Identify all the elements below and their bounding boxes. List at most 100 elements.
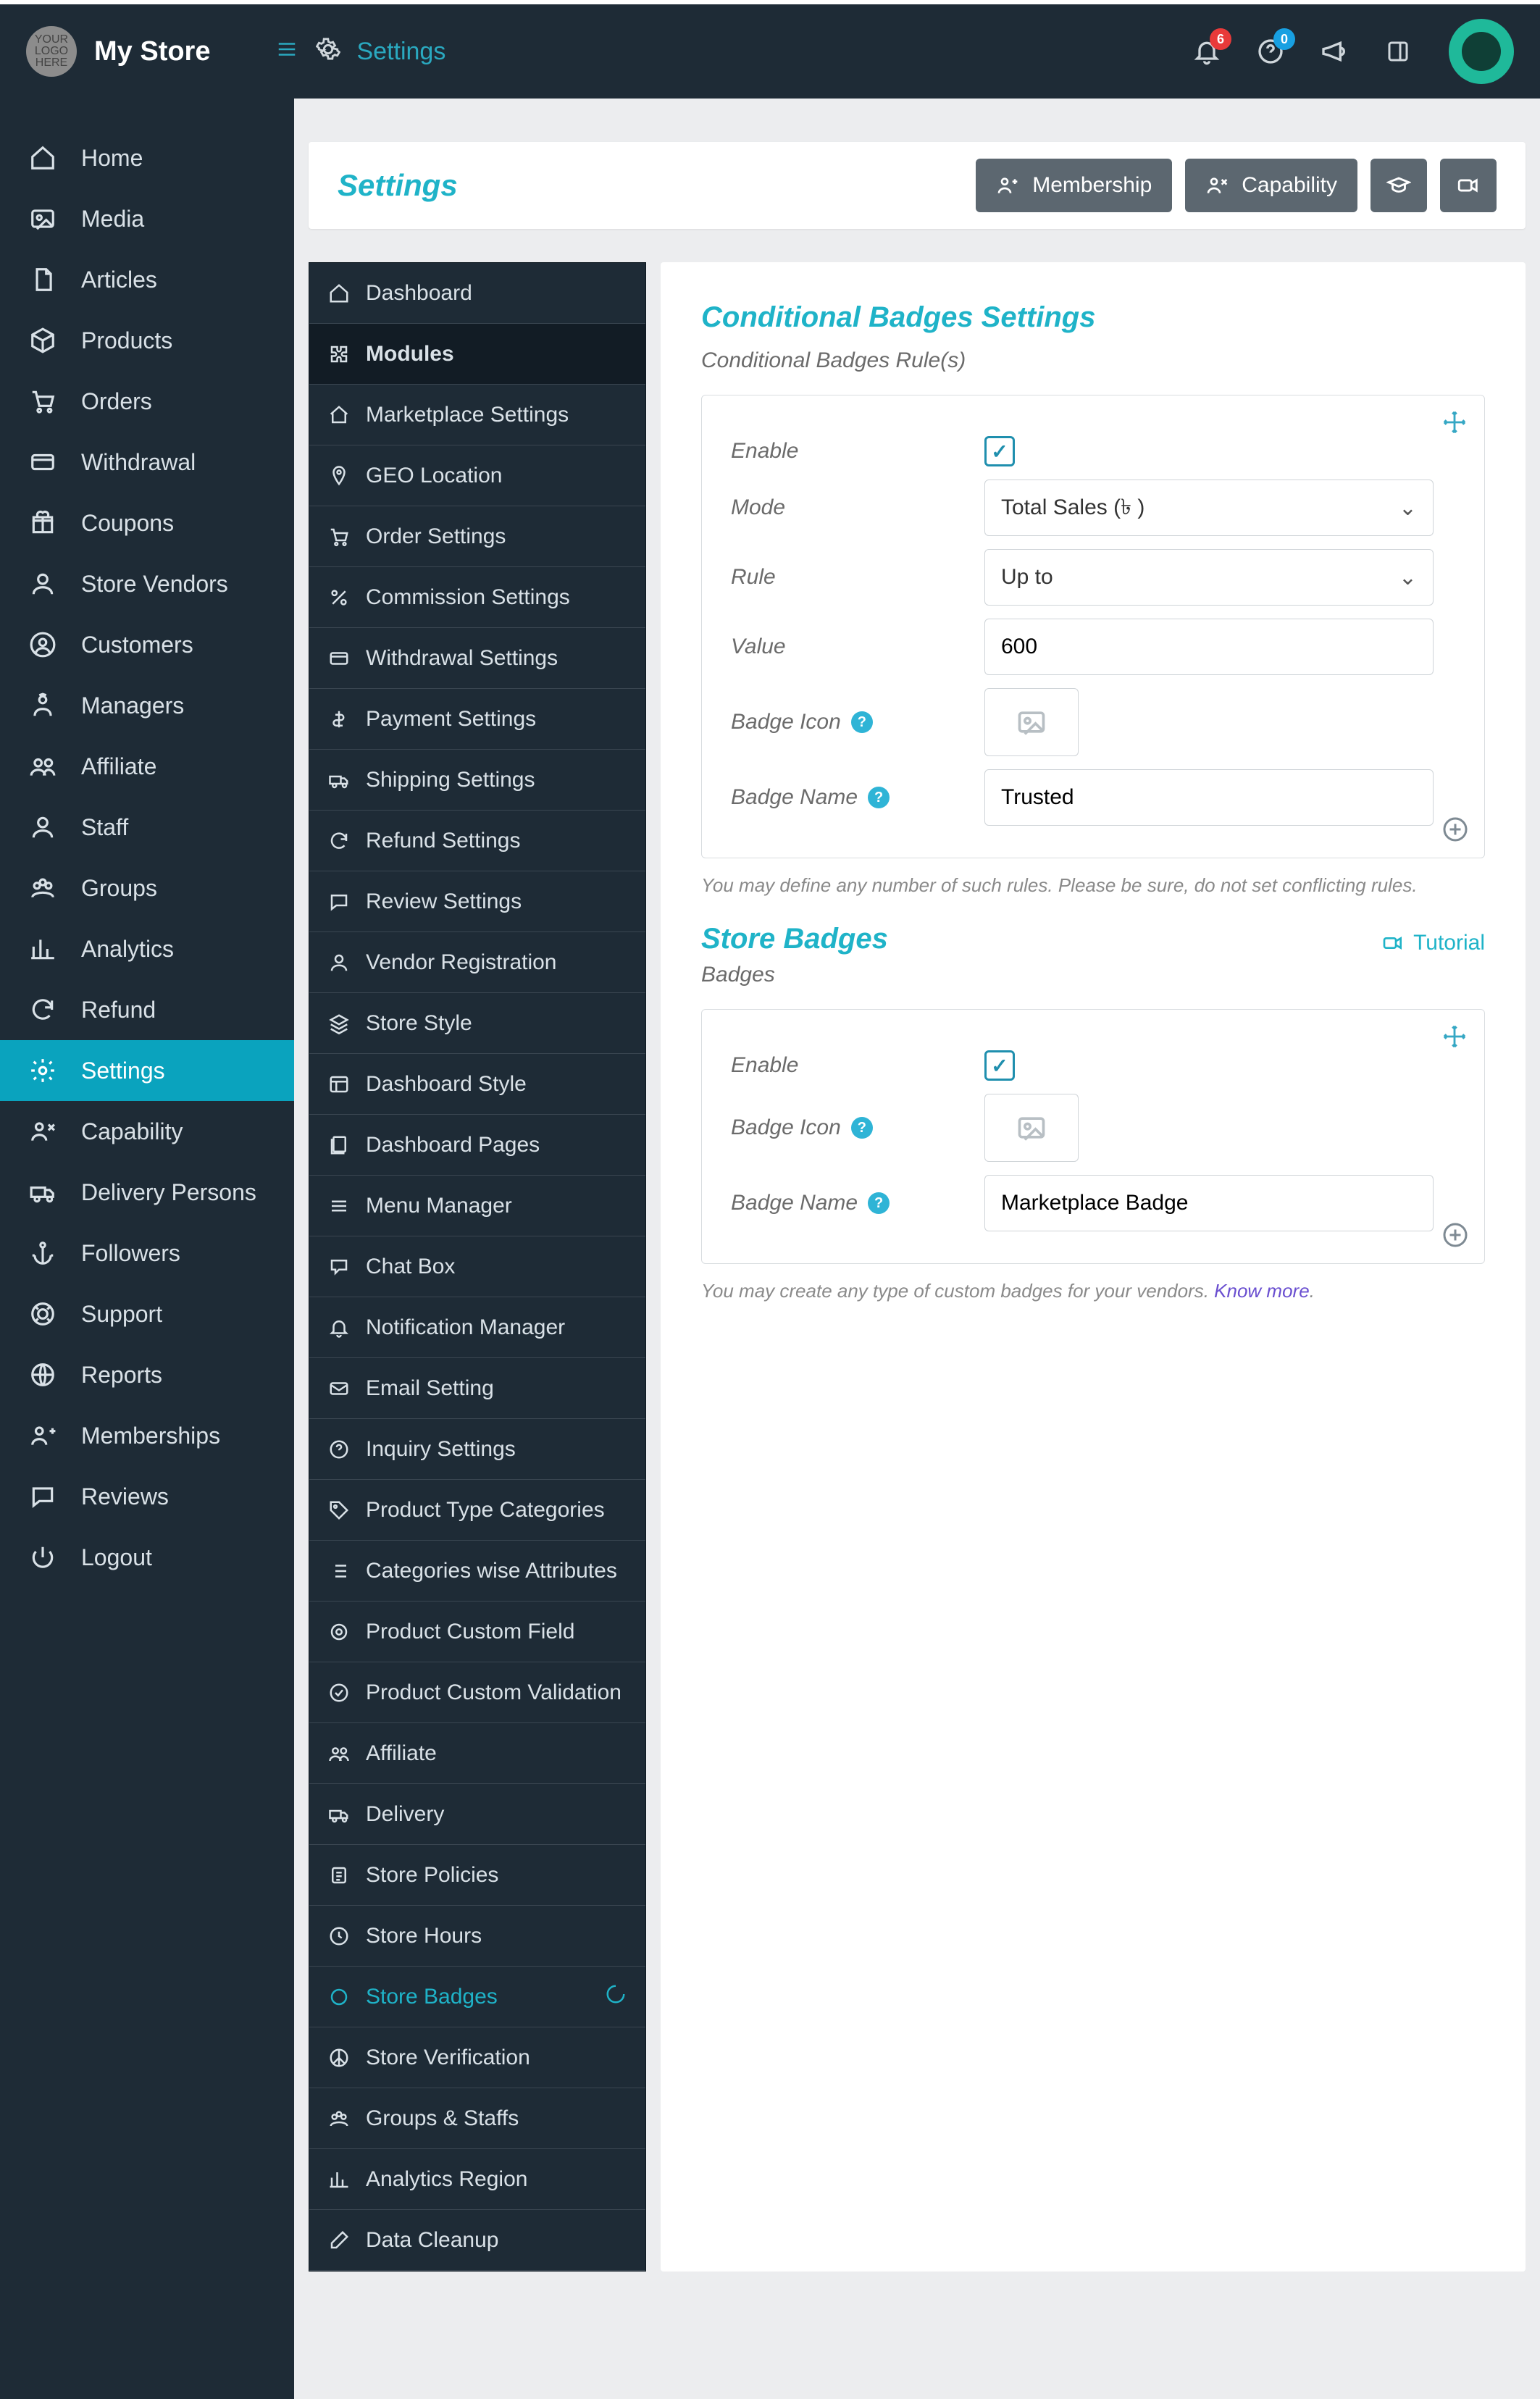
- move-handle-icon[interactable]: [1442, 410, 1467, 440]
- subnav-item-inquiry-settings[interactable]: Inquiry Settings: [309, 1419, 645, 1480]
- subnav-item-affiliate[interactable]: Affiliate: [309, 1723, 645, 1784]
- move-handle-icon[interactable]: [1442, 1024, 1467, 1054]
- help-dot-icon[interactable]: ?: [868, 1192, 890, 1214]
- sidebar-item-capability[interactable]: Capability: [0, 1101, 294, 1162]
- subnav-item-withdrawal-settings[interactable]: Withdrawal Settings: [309, 628, 645, 689]
- subnav-item-dashboard-style[interactable]: Dashboard Style: [309, 1054, 645, 1115]
- subnav-item-marketplace-settings[interactable]: Marketplace Settings: [309, 385, 645, 445]
- video-button[interactable]: [1440, 159, 1497, 212]
- subnav-item-store-verification[interactable]: Store Verification: [309, 2027, 645, 2088]
- badge-name-input[interactable]: [984, 769, 1434, 826]
- subnav-item-store-badges[interactable]: Store Badges: [309, 1967, 645, 2027]
- sb-icon-upload[interactable]: [984, 1094, 1079, 1162]
- sidebar-item-staff[interactable]: Staff: [0, 797, 294, 858]
- sidebar-item-label: Orders: [81, 388, 152, 415]
- sidebar-item-articles[interactable]: Articles: [0, 249, 294, 310]
- sidebar-item-analytics[interactable]: Analytics: [0, 918, 294, 979]
- subnav-item-payment-settings[interactable]: Payment Settings: [309, 689, 645, 750]
- sidebar-item-support[interactable]: Support: [0, 1284, 294, 1344]
- avatar[interactable]: [1449, 19, 1514, 84]
- help-dot-icon[interactable]: ?: [851, 1117, 873, 1139]
- capability-button[interactable]: Capability: [1185, 159, 1357, 212]
- grad-cap-button[interactable]: [1370, 159, 1427, 212]
- subnav-item-categories-wise-attributes[interactable]: Categories wise Attributes: [309, 1541, 645, 1602]
- help-icon[interactable]: 0: [1249, 30, 1292, 73]
- sidebar-item-media[interactable]: Media: [0, 188, 294, 249]
- subnav-item-data-cleanup[interactable]: Data Cleanup: [309, 2210, 645, 2271]
- subnav-item-store-hours[interactable]: Store Hours: [309, 1906, 645, 1967]
- sidebar-item-reviews[interactable]: Reviews: [0, 1466, 294, 1527]
- subnav-item-label: Notification Manager: [366, 1315, 565, 1340]
- sidebar-item-delivery-persons[interactable]: Delivery Persons: [0, 1162, 294, 1223]
- subnav-item-product-type-categories[interactable]: Product Type Categories: [309, 1480, 645, 1541]
- rule-select[interactable]: Up to ⌄: [984, 549, 1434, 606]
- subnav-item-dashboard-pages[interactable]: Dashboard Pages: [309, 1115, 645, 1176]
- enable-checkbox[interactable]: ✓: [984, 436, 1015, 466]
- sidebar-item-managers[interactable]: Managers: [0, 675, 294, 736]
- sidebar-item-orders[interactable]: Orders: [0, 371, 294, 432]
- subnav-item-geo-location[interactable]: GEO Location: [309, 445, 645, 506]
- notifications-icon[interactable]: 6: [1185, 30, 1229, 73]
- panel-icon[interactable]: [1376, 30, 1420, 73]
- sidebar-item-customers[interactable]: Customers: [0, 614, 294, 675]
- subnav-item-modules[interactable]: Modules: [309, 324, 645, 385]
- add-rule-icon[interactable]: [1442, 816, 1468, 847]
- sidebar-item-reports[interactable]: Reports: [0, 1344, 294, 1405]
- badge-icon-upload[interactable]: [984, 688, 1079, 756]
- subnav-item-dashboard[interactable]: Dashboard: [309, 263, 645, 324]
- subnav-item-shipping-settings[interactable]: Shipping Settings: [309, 750, 645, 811]
- breadcrumb[interactable]: Settings: [356, 38, 445, 66]
- sidebar-item-memberships[interactable]: Memberships: [0, 1405, 294, 1466]
- sidebar-item-followers[interactable]: Followers: [0, 1223, 294, 1284]
- sidebar-item-products[interactable]: Products: [0, 310, 294, 371]
- subnav-item-label: Groups & Staffs: [366, 2106, 519, 2131]
- subnav-item-vendor-registration[interactable]: Vendor Registration: [309, 932, 645, 993]
- sidebar-item-store-vendors[interactable]: Store Vendors: [0, 553, 294, 614]
- subnav-item-label: Modules: [366, 342, 454, 367]
- subnav-item-label: Categories wise Attributes: [366, 1559, 617, 1583]
- subnav-item-analytics-region[interactable]: Analytics Region: [309, 2149, 645, 2210]
- subnav-item-email-setting[interactable]: Email Setting: [309, 1358, 645, 1419]
- announce-icon[interactable]: [1313, 30, 1356, 73]
- help-dot-icon[interactable]: ?: [868, 787, 890, 808]
- mode-select[interactable]: Total Sales (৳ ) ⌄: [984, 480, 1434, 536]
- rule-label: Rule: [731, 565, 984, 590]
- sidebar-item-coupons[interactable]: Coupons: [0, 493, 294, 553]
- sidebar-item-logout[interactable]: Logout: [0, 1527, 294, 1588]
- menu-toggle-icon[interactable]: [274, 36, 300, 67]
- add-badge-icon[interactable]: [1442, 1222, 1468, 1253]
- subnav-item-store-style[interactable]: Store Style: [309, 993, 645, 1054]
- subnav-item-product-custom-validation[interactable]: Product Custom Validation: [309, 1662, 645, 1723]
- membership-button[interactable]: Membership: [976, 159, 1172, 212]
- sidebar-item-home[interactable]: Home: [0, 127, 294, 188]
- subnav-item-label: Data Cleanup: [366, 2228, 498, 2253]
- subnav-item-menu-manager[interactable]: Menu Manager: [309, 1176, 645, 1236]
- know-more-link[interactable]: Know more: [1214, 1280, 1310, 1302]
- subnav-item-product-custom-field[interactable]: Product Custom Field: [309, 1602, 645, 1662]
- sidebar-item-withdrawal[interactable]: Withdrawal: [0, 432, 294, 493]
- subnav-item-notification-manager[interactable]: Notification Manager: [309, 1297, 645, 1358]
- subnav-item-store-policies[interactable]: Store Policies: [309, 1845, 645, 1906]
- tutorial-link[interactable]: Tutorial: [1381, 931, 1485, 955]
- sidebar-item-label: Coupons: [81, 510, 174, 537]
- subnav-item-order-settings[interactable]: Order Settings: [309, 506, 645, 567]
- subnav-item-commission-settings[interactable]: Commission Settings: [309, 567, 645, 628]
- subnav-item-chat-box[interactable]: Chat Box: [309, 1236, 645, 1297]
- sidebar-item-settings[interactable]: Settings: [0, 1040, 294, 1101]
- value-input[interactable]: [984, 619, 1434, 675]
- subnav-item-delivery[interactable]: Delivery: [309, 1784, 645, 1845]
- sb-name-input[interactable]: [984, 1175, 1434, 1231]
- sidebar-item-groups[interactable]: Groups: [0, 858, 294, 918]
- subnav-item-label: Store Style: [366, 1011, 472, 1036]
- sidebar-item-label: Analytics: [81, 936, 174, 963]
- subnav-item-review-settings[interactable]: Review Settings: [309, 871, 645, 932]
- subnav-item-refund-settings[interactable]: Refund Settings: [309, 811, 645, 871]
- badge-name-label: Badge Name?: [731, 785, 984, 810]
- sidebar-item-affiliate[interactable]: Affiliate: [0, 736, 294, 797]
- store-logo[interactable]: YOURLOGOHERE: [26, 26, 77, 77]
- sidebar-item-refund[interactable]: Refund: [0, 979, 294, 1040]
- sb-enable-checkbox[interactable]: ✓: [984, 1050, 1015, 1081]
- subnav-item-groups-staffs[interactable]: Groups & Staffs: [309, 2088, 645, 2149]
- help-dot-icon[interactable]: ?: [851, 711, 873, 733]
- subnav-item-label: Product Custom Validation: [366, 1680, 622, 1705]
